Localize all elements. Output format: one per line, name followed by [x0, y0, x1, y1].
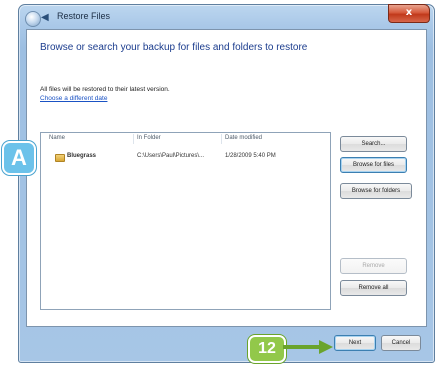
window-icon — [25, 11, 41, 27]
column-divider — [221, 134, 222, 144]
step-arrow-icon — [283, 340, 333, 354]
callout-a-badge: A — [2, 141, 36, 175]
folder-icon — [55, 154, 65, 162]
choose-date-link[interactable]: Choose a different date — [40, 95, 107, 102]
page-heading: Browse or search your backup for files a… — [40, 42, 308, 53]
remove-all-button[interactable]: Remove all — [340, 280, 407, 296]
restore-files-window: ◀ Restore Files x Browse or search your … — [18, 4, 435, 363]
back-arrow-icon[interactable]: ◀ — [41, 12, 55, 24]
column-header-in-folder[interactable]: In Folder — [137, 135, 161, 141]
restore-file-list[interactable]: Name In Folder Date modified Bluegrass C… — [40, 132, 331, 310]
remove-button[interactable]: Remove — [340, 258, 407, 274]
column-header-name[interactable]: Name — [49, 135, 65, 141]
step-12-badge: 12 — [248, 335, 286, 363]
close-button[interactable]: x — [388, 4, 430, 23]
column-divider — [133, 134, 134, 144]
dialog-content: Browse or search your backup for files a… — [26, 29, 427, 327]
search-button[interactable]: Search... — [340, 136, 407, 152]
title-bar: ◀ Restore Files x — [19, 4, 434, 29]
cancel-button[interactable]: Cancel — [381, 335, 421, 351]
row-date: 1/28/2009 5:40 PM — [225, 153, 276, 159]
dialog-footer: Next Cancel — [26, 325, 425, 359]
row-name: Bluegrass — [67, 153, 97, 159]
window-title: Restore Files — [57, 11, 111, 21]
next-button[interactable]: Next — [334, 335, 376, 351]
file-list-row[interactable]: Bluegrass C:\Users\Paul\Pictures\... 1/2… — [42, 151, 329, 163]
browse-for-files-button[interactable]: Browse for files — [340, 157, 407, 173]
restore-description: All files will be restored to their late… — [40, 86, 170, 93]
column-header-date-modified[interactable]: Date modified — [225, 135, 262, 141]
row-folder: C:\Users\Paul\Pictures\... — [137, 153, 205, 159]
screenshot-stage: ◀ Restore Files x Browse or search your … — [0, 0, 437, 365]
browse-for-folders-button[interactable]: Browse for folders — [340, 183, 412, 199]
